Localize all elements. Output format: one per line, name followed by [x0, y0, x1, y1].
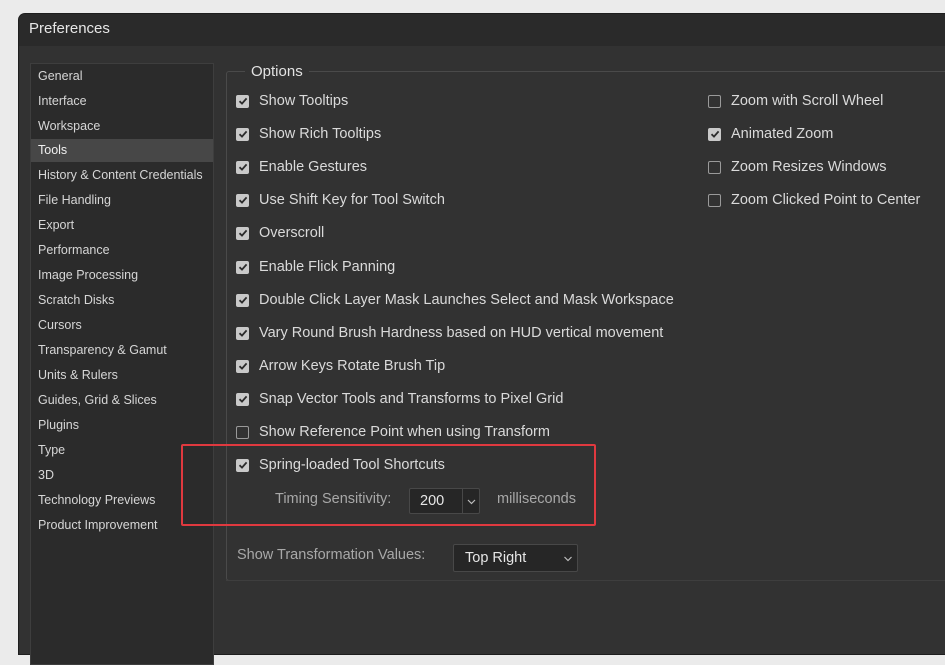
checkbox-animated-zoom[interactable]: Animated Zoom	[708, 124, 833, 144]
sidebar-item-history-content-credentials[interactable]: History & Content Credentials	[31, 164, 213, 187]
checkbox-label: Arrow Keys Rotate Brush Tip	[259, 358, 446, 374]
preferences-window: Preferences General Interface Workspace …	[19, 14, 945, 665]
sidebar-item-image-processing[interactable]: Image Processing	[31, 264, 213, 287]
checkbox-snap-vector-tools[interactable]: Snap Vector Tools and Transforms to Pixe…	[236, 389, 563, 409]
checkbox-checked-icon[interactable]	[236, 293, 249, 307]
sidebar-item-plugins[interactable]: Plugins	[31, 414, 213, 437]
sidebar-item-interface[interactable]: Interface	[31, 90, 213, 113]
show-transformation-values-select[interactable]: Top Right	[453, 544, 578, 572]
checkbox-label: Zoom Resizes Windows	[731, 159, 887, 175]
sidebar-item-file-handling[interactable]: File Handling	[31, 189, 213, 212]
checkbox-checked-icon[interactable]	[236, 94, 249, 108]
options-legend: Options	[245, 63, 309, 80]
checkbox-show-reference-point[interactable]: Show Reference Point when using Transfor…	[236, 422, 550, 442]
checkbox-use-shift-key[interactable]: Use Shift Key for Tool Switch	[236, 190, 445, 210]
checkbox-label: Show Rich Tooltips	[259, 126, 382, 142]
checkbox-enable-flick-panning[interactable]: Enable Flick Panning	[236, 257, 395, 277]
highlight-box	[181, 444, 596, 526]
show-transformation-values-label: Show Transformation Values:	[237, 547, 426, 563]
checkbox-enable-gestures[interactable]: Enable Gestures	[236, 157, 367, 177]
checkbox-unchecked-icon[interactable]	[708, 94, 721, 108]
checkbox-label: Enable Flick Panning	[259, 259, 396, 275]
sidebar-item-workspace[interactable]: Workspace	[31, 115, 213, 138]
window-title: Preferences	[29, 20, 110, 37]
checkbox-checked-icon[interactable]	[236, 326, 249, 340]
sidebar-item-export[interactable]: Export	[31, 214, 213, 237]
checkbox-show-rich-tooltips[interactable]: Show Rich Tooltips	[236, 124, 381, 144]
checkbox-label: Show Reference Point when using Transfor…	[259, 424, 550, 440]
checkbox-label: Animated Zoom	[731, 126, 834, 142]
checkbox-unchecked-icon[interactable]	[708, 193, 721, 207]
checkbox-checked-icon[interactable]	[236, 260, 249, 274]
checkbox-double-click-layer-mask[interactable]: Double Click Layer Mask Launches Select …	[236, 290, 674, 310]
sidebar-item-units-rulers[interactable]: Units & Rulers	[31, 364, 213, 387]
checkbox-zoom-with-scroll-wheel[interactable]: Zoom with Scroll Wheel	[708, 91, 883, 111]
checkbox-label: Snap Vector Tools and Transforms to Pixe…	[259, 391, 564, 407]
checkbox-label: Overscroll	[259, 225, 325, 241]
checkbox-label: Use Shift Key for Tool Switch	[259, 192, 445, 208]
checkbox-vary-round-brush-hardness[interactable]: Vary Round Brush Hardness based on HUD v…	[236, 323, 663, 343]
checkbox-label: Zoom Clicked Point to Center	[731, 192, 921, 208]
checkbox-zoom-resizes-windows[interactable]: Zoom Resizes Windows	[708, 157, 887, 177]
checkbox-show-tooltips[interactable]: Show Tooltips	[236, 91, 348, 111]
checkbox-overscroll[interactable]: Overscroll	[236, 223, 324, 243]
checkbox-label: Vary Round Brush Hardness based on HUD v…	[259, 325, 664, 341]
checkbox-arrow-keys-rotate-brush-tip[interactable]: Arrow Keys Rotate Brush Tip	[236, 356, 445, 376]
sidebar-item-transparency-gamut[interactable]: Transparency & Gamut	[31, 339, 213, 362]
chevron-down-icon	[560, 545, 576, 571]
checkbox-checked-icon[interactable]	[236, 359, 249, 373]
checkbox-label: Show Tooltips	[259, 93, 349, 109]
title-bar: Preferences	[19, 14, 945, 46]
preferences-sidebar: General Interface Workspace Tools Histor…	[30, 63, 214, 665]
checkbox-zoom-clicked-point-to-center[interactable]: Zoom Clicked Point to Center	[708, 190, 920, 210]
checkbox-checked-icon[interactable]	[236, 127, 249, 141]
sidebar-item-cursors[interactable]: Cursors	[31, 314, 213, 337]
divider	[226, 580, 945, 581]
checkbox-checked-icon[interactable]	[708, 127, 721, 141]
checkbox-label: Double Click Layer Mask Launches Select …	[259, 292, 674, 308]
sidebar-item-scratch-disks[interactable]: Scratch Disks	[31, 289, 213, 312]
checkbox-unchecked-icon[interactable]	[708, 160, 721, 174]
checkbox-label: Zoom with Scroll Wheel	[731, 93, 884, 109]
sidebar-item-general[interactable]: General	[31, 65, 213, 88]
checkbox-checked-icon[interactable]	[236, 392, 249, 406]
checkbox-checked-icon[interactable]	[236, 193, 249, 207]
checkbox-label: Enable Gestures	[259, 159, 368, 175]
checkbox-unchecked-icon[interactable]	[236, 425, 249, 439]
checkbox-checked-icon[interactable]	[236, 160, 249, 174]
show-transformation-values-value: Top Right	[465, 550, 527, 566]
checkbox-checked-icon[interactable]	[236, 226, 249, 240]
sidebar-item-performance[interactable]: Performance	[31, 239, 213, 262]
sidebar-item-tools[interactable]: Tools	[31, 139, 213, 162]
sidebar-item-guides-grid-slices[interactable]: Guides, Grid & Slices	[31, 389, 213, 412]
